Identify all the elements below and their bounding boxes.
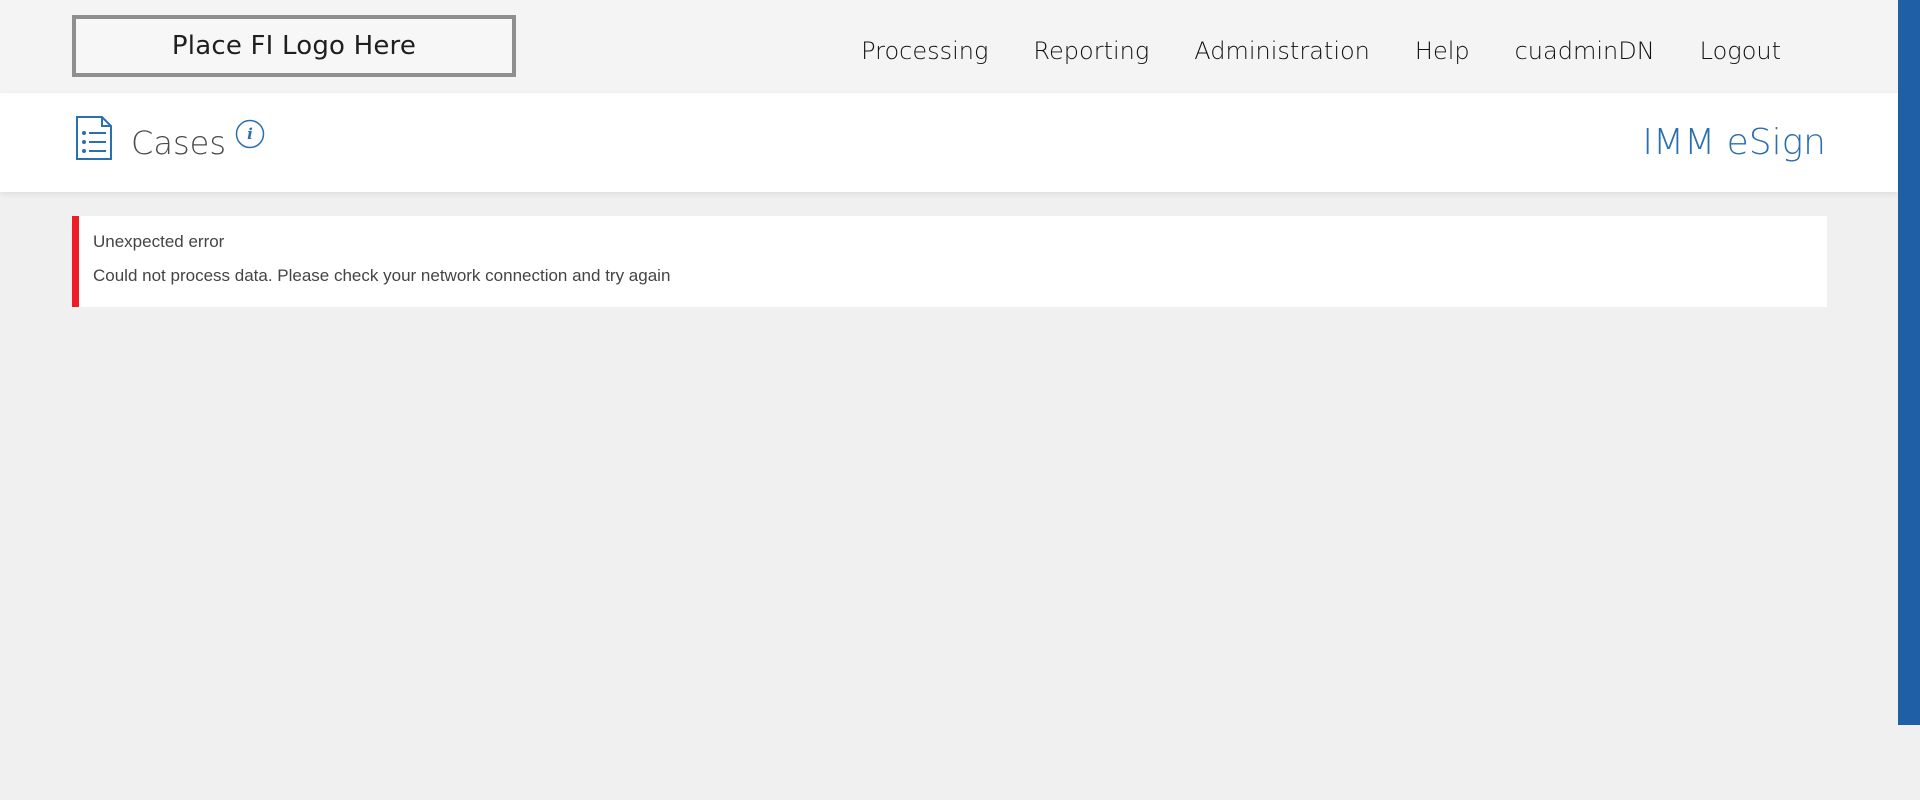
top-navigation-bar: Place FI Logo Here Processing Reporting … [0, 0, 1898, 93]
info-icon[interactable]: i [235, 119, 265, 149]
nav-processing[interactable]: Processing [861, 33, 988, 69]
page-header: Cases i IMM eSign [0, 93, 1898, 192]
scroll-bar[interactable] [1898, 0, 1920, 725]
nav-administration[interactable]: Administration [1194, 33, 1370, 69]
error-alert: Unexpected error Could not process data.… [72, 216, 1827, 307]
svg-text:i: i [247, 125, 253, 143]
page-title: Cases [131, 124, 226, 162]
nav-logout[interactable]: Logout [1700, 33, 1781, 69]
logo-text: Place FI Logo Here [171, 31, 417, 61]
alert-message: Could not process data. Please check you… [93, 266, 671, 285]
nav-user-account[interactable]: cuadminDN [1515, 33, 1655, 69]
nav-help[interactable]: Help [1415, 33, 1470, 69]
main-nav: Processing Reporting Administration Help… [816, 33, 1781, 69]
list-document-icon [76, 116, 112, 160]
fi-logo-placeholder[interactable]: Place FI Logo Here [72, 15, 516, 77]
brand-name: IMM eSign [1642, 122, 1826, 163]
alert-title: Unexpected error [93, 232, 225, 251]
nav-reporting[interactable]: Reporting [1033, 33, 1149, 69]
